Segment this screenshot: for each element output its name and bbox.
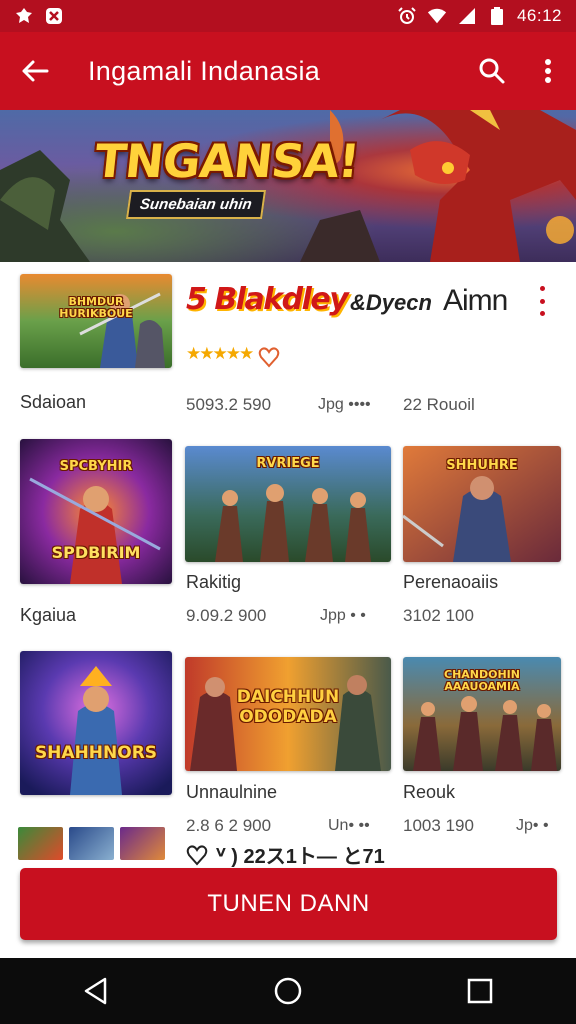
info-row: ⱽ ) 22ス1ト— と71	[186, 840, 385, 869]
featured-game-title-tail: Aimn	[443, 284, 508, 317]
game-tile-1-caption: SPCBYHIR	[59, 459, 133, 474]
game-tile-6-stat2: Jp• •	[516, 817, 549, 834]
hero-subtitle: Sunebaian uhin	[125, 190, 266, 219]
primary-action-button[interactable]: TUNEN DANN	[20, 868, 557, 940]
game-tile-2-stat1: 9.09.2 900	[186, 606, 267, 625]
nav-back-button[interactable]	[66, 961, 126, 1021]
featured-game-title[interactable]: 5 Blakdley	[186, 282, 349, 317]
game-tile-1-subcaption: SPDBIRIM	[51, 543, 141, 562]
wifi-icon	[427, 6, 447, 26]
favorite-heart-icon[interactable]	[258, 346, 280, 373]
info-row-text: ⱽ ) 22ス1ト— と71	[216, 846, 385, 868]
search-button[interactable]	[464, 32, 520, 110]
game-tile-4[interactable]: SHAHHNORS	[20, 651, 172, 795]
featured-game-thumbnail[interactable]: BHMDUR HURIKBOUE	[20, 274, 172, 368]
game-tile-5-label: Unnaulnine	[186, 782, 278, 802]
game-tile-6-caption: CHANDOHIN AAAUOAMIA	[444, 668, 520, 693]
heart-outline-icon[interactable]	[186, 844, 208, 866]
page-title: Ingamali Indanasia	[88, 55, 321, 86]
featured-stat-count: 22 Rouoil	[403, 395, 475, 414]
home-circle-icon	[274, 977, 302, 1005]
game-tile-2[interactable]: RVRIEGE	[185, 446, 391, 562]
back-arrow-icon	[22, 60, 49, 82]
app-notification-icon	[14, 6, 34, 26]
mini-thumbnail[interactable]	[69, 827, 114, 860]
game-tile-4-caption: SHAHHNORS	[34, 743, 158, 763]
game-tile-2-stat2: Jpp • •	[320, 607, 366, 624]
game-tile-6-stat1: 1003 190	[403, 816, 474, 835]
featured-game-title-extra: &Dyecn	[350, 290, 432, 315]
nav-home-button[interactable]	[258, 961, 318, 1021]
featured-stat-type: Jpg ••••	[318, 396, 371, 413]
clock-time: 46:12	[516, 6, 562, 25]
system-nav-bar	[0, 958, 576, 1024]
more-options-button[interactable]	[520, 32, 576, 110]
featured-tile-caption: BHMDUR HURIKBOUE	[59, 295, 133, 320]
signal-icon	[457, 6, 477, 26]
back-button[interactable]	[0, 32, 70, 110]
game-tile-5[interactable]: DAICHHUN ODODADA	[185, 657, 391, 771]
game-tile-1[interactable]: SPCBYHIR SPDBIRIM	[20, 439, 172, 584]
game-tile-2-label: Rakitig	[186, 572, 242, 592]
game-tile-3-stat1: 3102 100	[403, 606, 474, 625]
game-tile-3[interactable]: SHHUHRE	[403, 446, 561, 562]
featured-label: Sdaioan	[20, 392, 87, 412]
status-bar: 46:12	[0, 0, 576, 32]
mini-thumbnail-row	[18, 827, 165, 860]
featured-more-button[interactable]	[532, 286, 552, 316]
game-tile-6-label: Reouk	[403, 782, 456, 802]
game-tile-5-stat2: Un• ••	[328, 817, 370, 834]
mini-thumbnail[interactable]	[120, 827, 165, 860]
game-tile-1-label: Kgaiua	[20, 605, 77, 625]
game-tile-5-caption: DAICHHUN ODODADA	[236, 687, 340, 727]
featured-stat-size: 5093.2 590	[186, 395, 272, 414]
hero-title: TNGANSA!	[92, 134, 362, 188]
hero-banner[interactable]: TNGANSA! Sunebaian uhin	[0, 110, 576, 262]
alarm-icon	[397, 6, 417, 26]
app-shield-icon	[44, 6, 64, 26]
game-tile-2-caption: RVRIEGE	[256, 456, 320, 471]
more-vert-icon	[545, 59, 551, 83]
app-bar: Ingamali Indanasia	[0, 32, 576, 110]
search-icon	[479, 58, 505, 84]
game-tile-3-caption: SHHUHRE	[446, 458, 518, 473]
nav-recents-button[interactable]	[450, 961, 510, 1021]
featured-game-art	[20, 274, 172, 368]
rating-stars: ★★★★★	[186, 344, 254, 363]
battery-icon	[487, 6, 507, 26]
mini-thumbnail[interactable]	[18, 827, 63, 860]
game-tile-4-art	[20, 651, 172, 795]
game-tile-6[interactable]: CHANDOHIN AAAUOAMIA	[403, 657, 561, 771]
back-triangle-icon	[84, 977, 107, 1005]
recents-square-icon	[467, 978, 493, 1004]
game-tile-5-stat1: 2.8 6 2 900	[186, 816, 272, 835]
game-tile-3-label: Perenaoaiis	[403, 572, 499, 592]
